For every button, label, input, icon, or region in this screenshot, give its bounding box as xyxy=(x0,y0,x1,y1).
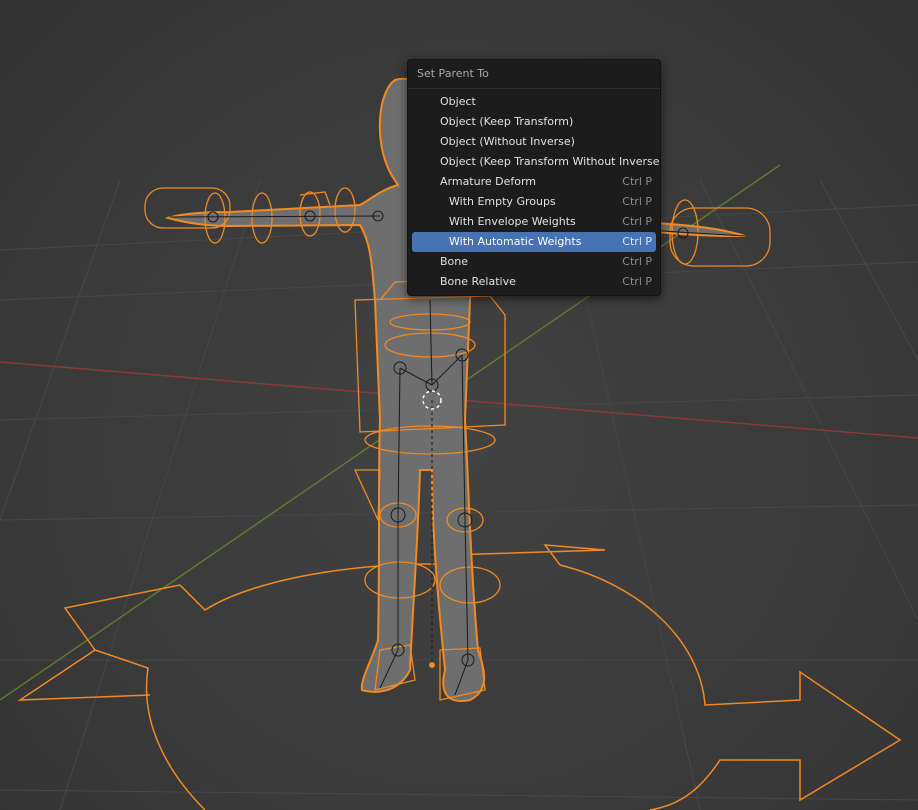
menu-item-shortcut: Ctrl P xyxy=(622,275,652,288)
menu-item-label: With Empty Groups xyxy=(449,195,556,208)
menu-item-object-keep-transform-without-inverse[interactable]: Object (Keep Transform Without Inverse) xyxy=(412,152,660,172)
menu-item-label: Object xyxy=(440,95,476,108)
menu-item-bone-relative[interactable]: Bone Relative Ctrl P xyxy=(412,272,656,292)
menu-item-shortcut: Ctrl P xyxy=(622,175,652,188)
menu-item-label: Armature Deform xyxy=(440,175,537,188)
menu-item-object-without-inverse[interactable]: Object (Without Inverse) xyxy=(412,132,656,152)
menu-item-label: Object (Keep Transform) xyxy=(440,115,574,128)
object-origin xyxy=(429,662,435,668)
menu-item-with-empty-groups[interactable]: With Empty Groups Ctrl P xyxy=(412,192,656,212)
3d-viewport[interactable]: Set Parent To Object Object (Keep Transfo… xyxy=(0,0,918,810)
menu-items: Object Object (Keep Transform) Object (Wit… xyxy=(408,89,660,292)
menu-item-shortcut: Ctrl P xyxy=(622,195,652,208)
menu-item-label: Object (Keep Transform Without Inverse) xyxy=(440,155,661,168)
menu-item-armature-deform[interactable]: Armature Deform Ctrl P xyxy=(412,172,656,192)
menu-item-label: With Automatic Weights xyxy=(449,235,582,248)
menu-item-label: Bone Relative xyxy=(440,275,516,288)
set-parent-to-menu: Set Parent To Object Object (Keep Transfo… xyxy=(407,59,661,296)
menu-item-label: With Envelope Weights xyxy=(449,215,576,228)
menu-item-object[interactable]: Object xyxy=(412,92,656,112)
menu-item-shortcut: Ctrl P xyxy=(622,255,652,268)
menu-title: Set Parent To xyxy=(408,60,660,89)
menu-item-with-automatic-weights[interactable]: With Automatic Weights Ctrl P xyxy=(412,232,656,252)
menu-item-shortcut: Ctrl P xyxy=(622,235,652,248)
menu-item-bone[interactable]: Bone Ctrl P xyxy=(412,252,656,272)
menu-item-label: Bone xyxy=(440,255,469,268)
menu-item-object-keep-transform[interactable]: Object (Keep Transform) xyxy=(412,112,656,132)
menu-item-shortcut: Ctrl P xyxy=(622,215,652,228)
menu-item-label: Object (Without Inverse) xyxy=(440,135,575,148)
menu-item-with-envelope-weights[interactable]: With Envelope Weights Ctrl P xyxy=(412,212,656,232)
